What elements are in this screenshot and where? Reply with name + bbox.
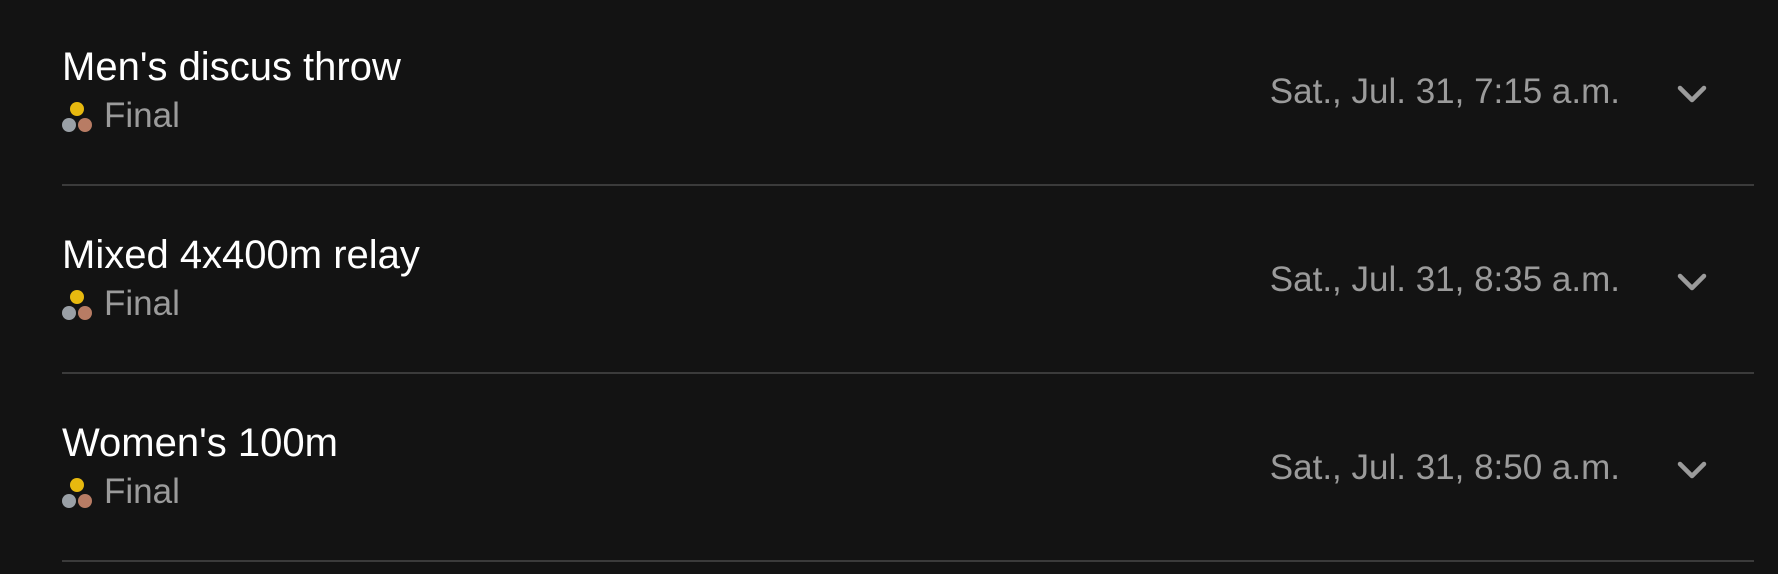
bronze-medal-dot: [78, 306, 92, 320]
event-time: Sat., Jul. 31, 8:50 a.m.: [1269, 448, 1620, 487]
chevron-down-icon[interactable]: [1674, 452, 1710, 488]
chevron-down-icon[interactable]: [1674, 264, 1710, 300]
event-title: Women's 100m: [62, 421, 338, 465]
medals-icon: [62, 98, 94, 134]
event-title: Men's discus throw: [62, 45, 401, 89]
medals-icon: [62, 474, 94, 510]
event-row-womens-100m[interactable]: Women's 100m Final Sat., Jul. 31, 8:50 a…: [62, 376, 1754, 562]
bronze-medal-dot: [78, 118, 92, 132]
silver-medal-dot: [62, 494, 76, 508]
silver-medal-dot: [62, 306, 76, 320]
event-round: Final: [62, 472, 180, 512]
event-round: Final: [62, 284, 180, 324]
gold-medal-dot: [70, 478, 84, 492]
event-round: Final: [62, 96, 180, 136]
event-row-mens-discus-throw[interactable]: Men's discus throw Final Sat., Jul. 31, …: [62, 0, 1754, 186]
event-title: Mixed 4x400m relay: [62, 233, 420, 277]
event-time: Sat., Jul. 31, 8:35 a.m.: [1269, 260, 1620, 299]
silver-medal-dot: [62, 118, 76, 132]
medals-icon: [62, 286, 94, 322]
event-row-mixed-4x400m-relay[interactable]: Mixed 4x400m relay Final Sat., Jul. 31, …: [62, 188, 1754, 374]
bronze-medal-dot: [78, 494, 92, 508]
event-round-label: Final: [104, 472, 180, 511]
event-time: Sat., Jul. 31, 7:15 a.m.: [1269, 72, 1620, 111]
event-schedule-list: Men's discus throw Final Sat., Jul. 31, …: [0, 0, 1778, 574]
event-round-label: Final: [104, 284, 180, 323]
gold-medal-dot: [70, 290, 84, 304]
gold-medal-dot: [70, 102, 84, 116]
event-round-label: Final: [104, 96, 180, 135]
chevron-down-icon[interactable]: [1674, 76, 1710, 112]
